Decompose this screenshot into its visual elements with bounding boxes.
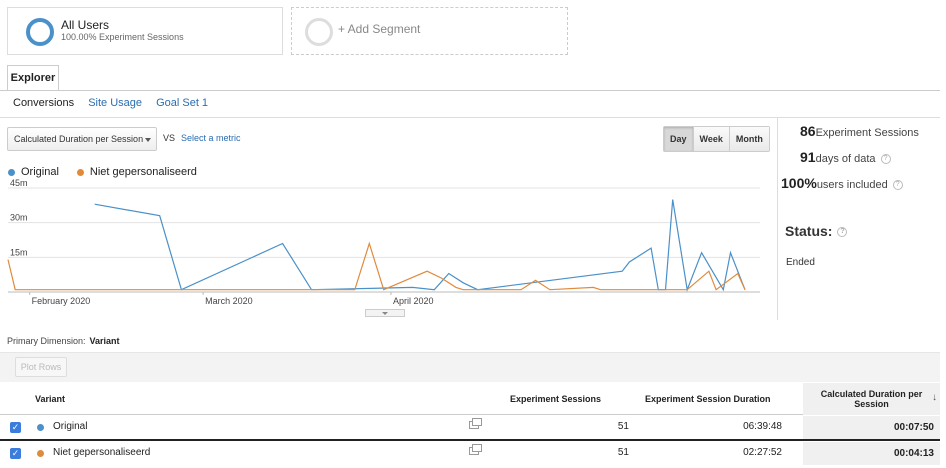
- table-row: ✓ Niet gepersonaliseerd 51 02:27:52 00:0…: [0, 442, 940, 467]
- plot-rows-button[interactable]: Plot Rows: [15, 357, 67, 377]
- pages-icon[interactable]: [469, 418, 482, 429]
- segment-all-users[interactable]: All Users 100.00% Experiment Sessions: [7, 7, 283, 55]
- vs-label: VS: [163, 133, 176, 143]
- col-header-duration[interactable]: Experiment Session Duration: [645, 394, 771, 404]
- series-line-original: [94, 199, 746, 292]
- primary-dimension-value[interactable]: Variant: [90, 336, 120, 346]
- week-button[interactable]: Week: [692, 127, 729, 151]
- empty-segment-ring-icon: [305, 18, 333, 46]
- x-tick-label: February 2020: [32, 296, 91, 306]
- select-metric-link[interactable]: Select a metric: [181, 133, 241, 143]
- side-separator: [777, 118, 778, 320]
- row-checkbox[interactable]: ✓: [10, 448, 21, 459]
- legend-item-original: Original: [8, 166, 59, 178]
- x-tick-label: March 2020: [205, 296, 253, 306]
- month-button[interactable]: Month: [728, 127, 769, 151]
- pages-icon[interactable]: [469, 444, 482, 455]
- row-sessions: 51: [617, 421, 629, 432]
- row-variant-name: Original: [53, 421, 88, 432]
- chart-scroll-handle[interactable]: [365, 309, 405, 317]
- status-heading-text: Status:: [785, 223, 833, 239]
- chart-legend: Original Niet gepersonaliseerd: [8, 166, 197, 178]
- help-icon[interactable]: ?: [837, 227, 848, 238]
- table-toolbar: [0, 352, 940, 382]
- table-header: Variant Experiment Sessions Experiment S…: [0, 383, 940, 415]
- col-header-calc[interactable]: Calculated Duration per Session ↓: [803, 383, 940, 415]
- day-button[interactable]: Day: [664, 127, 693, 151]
- row-calc: 00:07:50: [803, 416, 940, 439]
- legend-label: Original: [21, 166, 59, 178]
- stat-days: 91days of data?: [800, 149, 891, 165]
- line-chart: 45m 30m 15m February 2020 March 2020 April 20…: [7, 178, 760, 306]
- row-variant-name: Niet gepersonaliseerd: [53, 447, 151, 458]
- segment-ring-icon: [26, 18, 54, 46]
- x-tick-label: April 2020: [393, 296, 434, 306]
- stat-users-label: users included: [816, 179, 888, 191]
- metric-dropdown-value: Calculated Duration per Session: [14, 134, 144, 144]
- stat-days-label: days of data: [815, 153, 876, 165]
- add-segment-label: + Add Segment: [338, 22, 421, 36]
- col-header-calc-label: Calculated Duration per Session: [820, 389, 923, 409]
- y-tick-label: 45m: [10, 178, 28, 188]
- series-dot-icon: [76, 168, 84, 176]
- stat-users-value: 100%: [781, 175, 817, 191]
- series-dot-icon: [37, 424, 44, 431]
- legend-label: Niet gepersonaliseerd: [89, 166, 197, 178]
- primary-dimension-label: Primary Dimension:: [7, 336, 86, 346]
- status-value: Ended: [786, 257, 815, 268]
- col-header-variant[interactable]: Variant: [35, 394, 65, 404]
- segment-title: All Users: [61, 18, 110, 32]
- row-calc: 00:04:13: [803, 442, 940, 465]
- col-header-sessions[interactable]: Experiment Sessions: [510, 394, 601, 404]
- stat-sessions: 86Experiment Sessions: [800, 123, 919, 139]
- time-range-group: Day Week Month: [663, 126, 770, 152]
- series-line-niet-gepersonaliseerd: [7, 241, 746, 291]
- status-heading: Status:?: [785, 223, 848, 239]
- subtab-conversions[interactable]: Conversions: [13, 97, 74, 109]
- add-segment-button[interactable]: + Add Segment: [291, 7, 568, 55]
- chevron-down-icon: [145, 138, 151, 142]
- row-checkbox[interactable]: ✓: [10, 422, 21, 433]
- segment-subtitle: 100.00% Experiment Sessions: [61, 32, 184, 42]
- row-sessions: 51: [617, 447, 629, 458]
- row-duration: 06:39:48: [743, 421, 782, 432]
- help-icon[interactable]: ?: [880, 154, 891, 165]
- subtab-goal-set-1[interactable]: Goal Set 1: [156, 97, 208, 109]
- table-row: ✓ Original 51 06:39:48 00:07:50: [0, 416, 940, 441]
- y-tick-label: 15m: [10, 247, 28, 257]
- tab-explorer[interactable]: Explorer: [7, 65, 59, 91]
- tab-divider: [0, 90, 940, 91]
- sort-down-icon: ↓: [932, 392, 937, 403]
- row-duration: 02:27:52: [743, 447, 782, 458]
- stat-sessions-value: 86: [800, 123, 816, 139]
- subtab-site-usage[interactable]: Site Usage: [88, 97, 142, 109]
- section-divider: [0, 117, 940, 118]
- primary-dimension: Primary Dimension: Variant: [7, 336, 120, 346]
- stat-sessions-label: Experiment Sessions: [815, 127, 919, 139]
- stat-days-value: 91: [800, 149, 816, 165]
- help-icon[interactable]: ?: [892, 180, 903, 191]
- legend-item-niet: Niet gepersonaliseerd: [76, 166, 197, 178]
- stat-users: 100%users included?: [781, 175, 903, 191]
- metric-dropdown[interactable]: Calculated Duration per Session: [7, 127, 157, 151]
- y-tick-label: 30m: [10, 213, 28, 223]
- subtab-bar: Conversions Site Usage Goal Set 1: [13, 97, 219, 109]
- series-dot-icon: [37, 450, 44, 457]
- series-dot-icon: [8, 168, 15, 176]
